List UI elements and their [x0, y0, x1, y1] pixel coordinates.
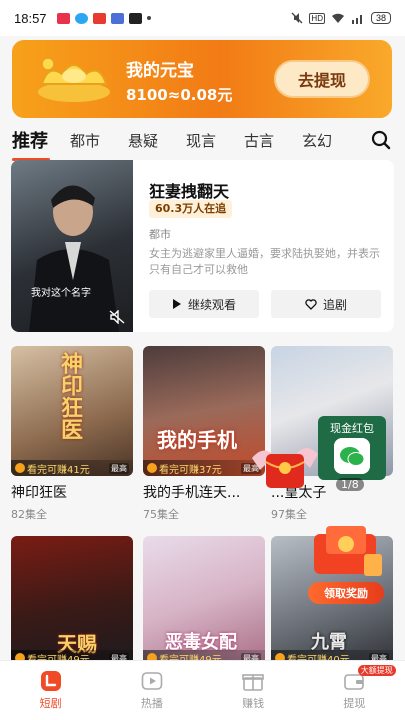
drama-card[interactable]: 天赐 看完可赚49元 最高	[11, 536, 133, 666]
poster-caption: 我对这个名字	[31, 288, 91, 299]
withdraw-button[interactable]: 去提现	[274, 60, 370, 98]
coin-icon	[147, 463, 157, 473]
play-icon	[172, 299, 181, 309]
app-notification-icon	[110, 12, 124, 24]
tab-ancient-romance[interactable]: 古言	[244, 130, 302, 151]
tab-suspense[interactable]: 悬疑	[128, 130, 186, 151]
nav-earn-money[interactable]: 赚钱	[203, 661, 304, 720]
follow-drama-button[interactable]: 追剧	[271, 290, 381, 318]
banner-title: 我的元宝	[126, 61, 194, 81]
episode-count: 82集全	[11, 508, 47, 521]
nav-short-drama[interactable]: 短剧	[0, 661, 101, 720]
tab-urban[interactable]: 都市	[70, 130, 128, 151]
drama-poster[interactable]: 恶毒女配 看完可赚49元 最高	[143, 536, 265, 666]
nav-withdraw[interactable]: 提现 大额提现	[304, 661, 405, 720]
bottom-navigation: 短剧 热播 赚钱 提现 大额提现	[0, 660, 405, 720]
nav-label: 短剧	[39, 697, 62, 710]
status-bar: 18:57 HD 38	[0, 0, 405, 36]
nav-label: 热播	[140, 697, 163, 710]
search-icon[interactable]	[371, 130, 391, 150]
app-notification-icon	[128, 12, 142, 24]
drama-card[interactable]: 恶毒女配 看完可赚49元 最高	[143, 536, 265, 666]
play-icon	[141, 672, 163, 690]
drama-poster[interactable]: 神印狂医 看完可赚41元 最高	[11, 346, 133, 476]
gold-ingot-icon	[38, 57, 110, 102]
hd-icon: HD	[309, 12, 325, 24]
follow-drama-label: 追剧	[322, 297, 347, 312]
status-app-icons	[56, 12, 151, 24]
featured-description: 女主为逃避家里人逼婚，要求陆执娶她，并表示只有自己才可以救他	[149, 247, 380, 276]
signal-icon	[351, 14, 362, 24]
featured-title[interactable]: 狂妻拽翻天	[149, 178, 229, 202]
poster-title-art: 神印狂医	[57, 352, 82, 440]
poster-figure-image	[29, 185, 119, 332]
tab-recommend[interactable]: 推荐	[12, 127, 70, 161]
drama-title: 神印狂医	[11, 485, 67, 501]
featured-drama-card[interactable]: 我对这个名字 狂妻拽翻天 60.3万人在追 都市 女主为逃避家里人逼婚，要求陆执…	[11, 160, 394, 332]
drama-poster[interactable]: 天赐 看完可赚49元 最高	[11, 536, 133, 666]
hot-badge: 最高	[109, 463, 129, 474]
wifi-icon	[331, 13, 344, 23]
category-tabs: 推荐 都市 悬疑 现言 古言 玄幻	[0, 122, 405, 161]
featured-poster[interactable]: 我对这个名字	[11, 160, 133, 332]
status-time: 18:57	[14, 10, 47, 26]
more-notifications-icon	[146, 16, 151, 20]
earn-text: 看完可赚41元	[27, 464, 90, 476]
battery-icon: 38	[370, 12, 391, 24]
mute-icon[interactable]	[109, 310, 125, 324]
app-notification-icon	[56, 12, 70, 24]
cash-packet-label: 现金红包	[330, 422, 374, 435]
claim-reward-button[interactable]: 领取奖励	[308, 582, 384, 604]
red-packet-icon[interactable]	[250, 440, 320, 496]
followers-badge: 60.3万人在追	[149, 200, 233, 218]
tab-modern-romance[interactable]: 现言	[186, 130, 244, 151]
drama-card[interactable]: 我的手机 看完可赚37元 最高 我的手机连天... 75集全	[143, 346, 265, 522]
poster-title-art: 我的手机	[157, 428, 237, 452]
continue-watching-label: 继续观看	[187, 297, 236, 312]
drama-title: 我的手机连天...	[143, 485, 241, 501]
heart-icon	[305, 298, 317, 310]
coin-icon	[15, 463, 25, 473]
big-withdraw-badge: 大额提现	[357, 665, 396, 676]
nav-trending[interactable]: 热播	[101, 661, 202, 720]
episode-count: 97集全	[271, 508, 307, 521]
app-notification-icon	[92, 12, 106, 24]
drama-card[interactable]: 神印狂医 看完可赚41元 最高 神印狂医 82集全	[11, 346, 133, 522]
status-right: HD 38	[291, 12, 391, 24]
gift-icon	[242, 674, 264, 691]
featured-genre: 都市	[149, 228, 171, 241]
nav-label: 赚钱	[242, 697, 265, 710]
nav-label: 提现	[343, 697, 366, 710]
wechat-icon	[334, 438, 370, 474]
earn-text: 看完可赚37元	[159, 464, 222, 476]
tab-fantasy[interactable]: 玄幻	[302, 130, 360, 151]
short-drama-icon	[40, 671, 61, 691]
mute-icon	[291, 12, 303, 24]
packet-progress-counter: 1/8	[336, 478, 364, 491]
episode-count: 75集全	[143, 508, 179, 521]
coins-banner[interactable]: 我的元宝 8100≈0.08元 去提现	[12, 40, 392, 118]
cash-red-packet-widget[interactable]: 现金红包	[318, 416, 386, 480]
coin-balance: 8100≈0.08元	[126, 86, 233, 104]
app-notification-icon	[74, 12, 88, 24]
drama-poster[interactable]: 我的手机 看完可赚37元 最高	[143, 346, 265, 476]
continue-watching-button[interactable]: 继续观看	[149, 290, 259, 318]
